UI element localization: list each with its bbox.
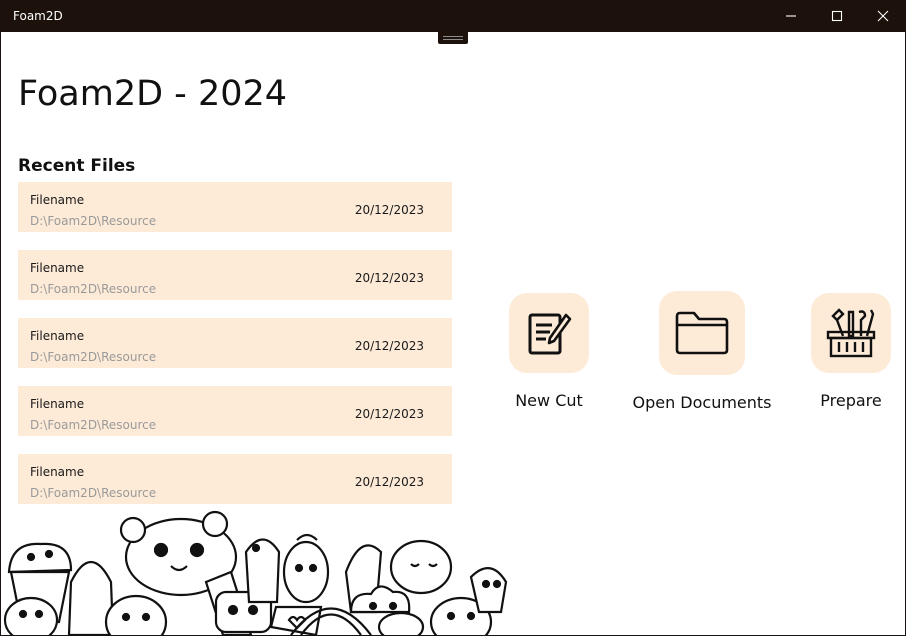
file-path: D:\Foam2D\Resource — [30, 486, 157, 500]
file-name: Filename — [30, 329, 85, 343]
toolbox-icon — [826, 308, 876, 358]
file-name: Filename — [30, 193, 85, 207]
recent-file-item[interactable]: Filename D:\Foam2D\Resource 20/12/2023 — [18, 386, 452, 436]
new-cut-label: New Cut — [515, 391, 583, 410]
new-cut-action[interactable]: New Cut — [474, 293, 624, 410]
minimize-button[interactable] — [768, 0, 814, 32]
open-documents-action[interactable]: Open Documents — [627, 291, 777, 412]
file-path: D:\Foam2D\Resource — [30, 418, 157, 432]
file-path: D:\Foam2D\Resource — [30, 350, 157, 364]
file-date: 20/12/2023 — [354, 271, 424, 285]
prepare-action[interactable]: Prepare — [776, 293, 905, 410]
close-button[interactable] — [860, 0, 906, 32]
new-cut-button[interactable] — [509, 293, 589, 373]
recent-file-item[interactable]: Filename D:\Foam2D\Resource 20/12/2023 — [18, 454, 452, 504]
file-date: 20/12/2023 — [354, 407, 424, 421]
drag-handle[interactable] — [438, 32, 468, 44]
file-name: Filename — [30, 261, 85, 275]
file-name: Filename — [30, 397, 85, 411]
document-pencil-icon — [528, 313, 572, 355]
maximize-icon — [831, 10, 843, 22]
recent-file-item[interactable]: Filename D:\Foam2D\Resource 20/12/2023 — [18, 250, 452, 300]
file-date: 20/12/2023 — [354, 203, 424, 217]
open-documents-button[interactable] — [659, 291, 745, 375]
open-documents-label: Open Documents — [632, 393, 772, 412]
file-name: Filename — [30, 465, 85, 479]
recent-file-item[interactable]: Filename D:\Foam2D\Resource 20/12/2023 — [18, 182, 452, 232]
main-content: Foam2D - 2024 Recent Files Filename D:\F… — [1, 32, 905, 635]
page-title: Foam2D - 2024 — [18, 74, 288, 114]
recent-file-item[interactable]: Filename D:\Foam2D\Resource 20/12/2023 — [18, 318, 452, 368]
folder-icon — [675, 311, 729, 355]
prepare-label: Prepare — [820, 391, 882, 410]
file-date: 20/12/2023 — [354, 475, 424, 489]
prepare-button[interactable] — [811, 293, 891, 373]
close-icon — [877, 10, 889, 22]
file-path: D:\Foam2D\Resource — [30, 282, 157, 296]
minimize-icon — [786, 15, 796, 17]
window-title: Foam2D — [13, 9, 63, 23]
recent-files-heading: Recent Files — [18, 156, 136, 176]
maximize-button[interactable] — [814, 0, 860, 32]
title-bar: Foam2D — [0, 0, 906, 32]
file-date: 20/12/2023 — [354, 339, 424, 353]
file-path: D:\Foam2D\Resource — [30, 214, 157, 228]
recent-files-list: Filename D:\Foam2D\Resource 20/12/2023 F… — [18, 182, 452, 522]
window-controls — [768, 0, 906, 32]
doodle-illustration — [1, 502, 521, 635]
